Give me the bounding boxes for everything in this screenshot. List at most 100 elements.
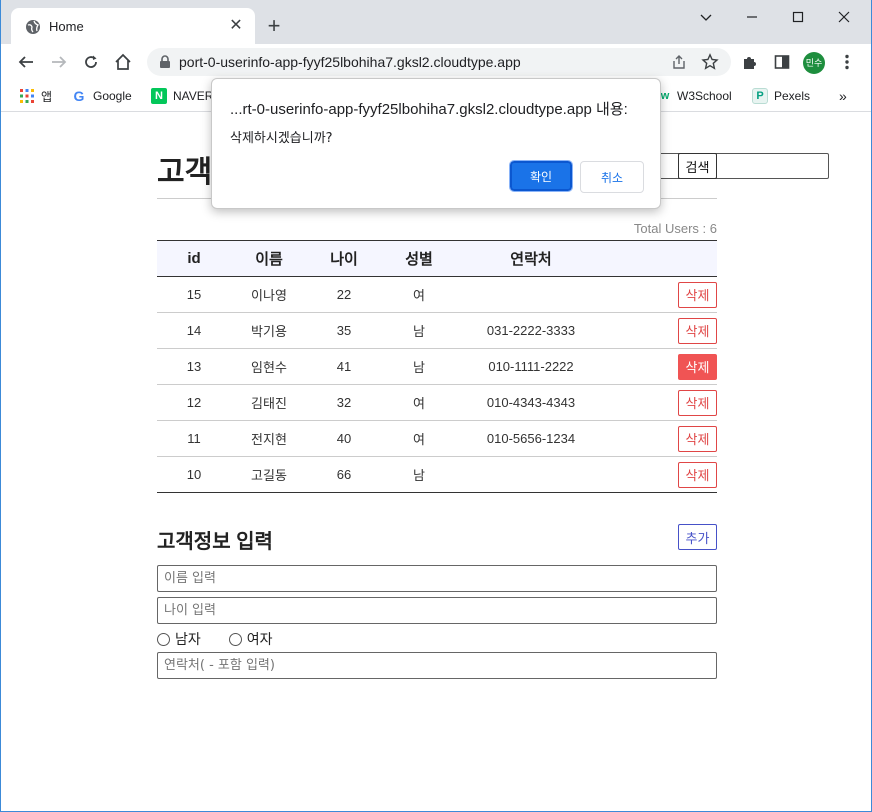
name-input[interactable]: [157, 565, 717, 592]
form-title: 고객정보 입력: [157, 531, 273, 553]
more-bookmarks-chevron-icon[interactable]: »: [839, 87, 847, 105]
bookmark-w3school[interactable]: w W3School: [659, 87, 732, 105]
table-row: 11 전지현 40 여 010-5656-1234 삭제: [157, 420, 717, 457]
bookmark-naver[interactable]: N NAVER: [151, 87, 213, 105]
cell-id: 14: [157, 312, 231, 349]
table-row: 13 임현수 41 남 010-1111-2222 삭제: [157, 348, 717, 385]
tab-home[interactable]: Home ✕: [11, 8, 255, 44]
bookmark-pexels[interactable]: P Pexels: [752, 87, 810, 105]
profile-avatar[interactable]: 민수: [803, 52, 825, 74]
cell-phone: 031-2222-3333: [457, 312, 605, 349]
delete-button[interactable]: 삭제: [678, 461, 717, 488]
bookmark-label: NAVER: [173, 89, 214, 103]
confirm-dialog: ...rt-0-userinfo-app-fyyf25lbohiha7.gksl…: [211, 78, 661, 209]
tab-title: Home: [49, 19, 84, 34]
cell-action: 삭제: [605, 456, 717, 493]
bookmark-label: 앱: [41, 89, 53, 104]
bookmark-star-icon[interactable]: [701, 53, 719, 76]
search-button[interactable]: 검색: [678, 153, 717, 179]
column-header-id: id: [187, 250, 201, 267]
gender-female-radio[interactable]: [228, 632, 242, 646]
naver-icon: N: [151, 88, 167, 104]
cell-name: 고길동: [231, 456, 307, 493]
cell-age: 41: [307, 348, 381, 385]
phone-input[interactable]: [157, 652, 717, 679]
back-arrow-icon[interactable]: [15, 51, 37, 73]
delete-button[interactable]: 삭제: [678, 281, 717, 308]
url-text: port-0-userinfo-app-fyyf25lbohiha7.gksl2…: [179, 54, 521, 70]
browser-window: Home ✕ + port-0-userinfo-app-fyyf25lbohi…: [0, 0, 872, 812]
menu-kebab-icon[interactable]: [837, 52, 857, 72]
bookmark-label: Google: [93, 89, 132, 103]
tab-search-chevron-icon[interactable]: [683, 6, 729, 30]
share-icon[interactable]: [671, 54, 687, 75]
new-tab-icon[interactable]: +: [263, 15, 285, 37]
cell-gender: 남: [381, 348, 457, 385]
globe-icon: [25, 19, 41, 35]
bookmark-label: Pexels: [774, 89, 811, 103]
tab-strip: Home ✕ +: [1, 0, 871, 44]
dialog-ok-button[interactable]: 확인: [509, 160, 573, 192]
maximize-icon[interactable]: [775, 6, 821, 30]
tab-close-icon[interactable]: ✕: [227, 17, 245, 35]
column-header-phone: 연락처: [510, 251, 552, 268]
cell-phone: 010-5656-1234: [457, 420, 605, 457]
cell-name: 이나영: [231, 276, 307, 313]
table-header-row: id 이름 나이 성별 연락처: [157, 240, 717, 277]
extensions-puzzle-icon[interactable]: [739, 52, 759, 72]
table-row: 10 고길동 66 남 삭제: [157, 456, 717, 493]
address-bar[interactable]: port-0-userinfo-app-fyyf25lbohiha7.gksl2…: [147, 48, 731, 76]
users-table: id 이름 나이 성별 연락처 15 이나영 22 여 삭제 14 박기용 35 남 031-22…: [157, 240, 717, 493]
column-header-action: [605, 241, 717, 277]
cell-action: 삭제: [605, 384, 717, 421]
lock-icon[interactable]: [159, 55, 171, 74]
cell-phone: 010-4343-4343: [457, 384, 605, 421]
column-header-age: 나이: [330, 251, 358, 268]
dialog-cancel-button[interactable]: 취소: [580, 161, 644, 193]
cell-age: 35: [307, 312, 381, 349]
close-window-icon[interactable]: [821, 6, 867, 30]
cell-name: 박기용: [231, 312, 307, 349]
cell-action: 삭제: [605, 312, 717, 349]
cell-id: 10: [157, 456, 231, 493]
cell-name: 임현수: [231, 348, 307, 385]
cell-gender: 남: [381, 456, 457, 493]
google-icon: G: [73, 88, 85, 104]
delete-button[interactable]: 삭제: [678, 389, 717, 416]
table-row: 15 이나영 22 여 삭제: [157, 276, 717, 313]
cell-name: 김태진: [231, 384, 307, 421]
web-page: 고객정보 검색 Total Users : 6 id 이름 나이 성별 연락처 …: [1, 113, 871, 811]
pexels-icon: P: [752, 88, 768, 104]
cell-age: 32: [307, 384, 381, 421]
cell-gender: 여: [381, 420, 457, 457]
bookmark-label: W3School: [677, 89, 732, 103]
cell-action: 삭제: [605, 276, 717, 313]
delete-button[interactable]: 삭제: [678, 353, 717, 380]
cell-action: 삭제: [605, 420, 717, 457]
forward-arrow-icon[interactable]: [48, 51, 70, 73]
cell-id: 15: [157, 276, 231, 313]
dialog-message: 삭제하시겠습니까?: [230, 131, 333, 146]
reload-icon[interactable]: [80, 51, 102, 73]
table-row: 14 박기용 35 남 031-2222-3333 삭제: [157, 312, 717, 349]
delete-button[interactable]: 삭제: [678, 425, 717, 452]
age-input[interactable]: [157, 597, 717, 624]
bookmark-google[interactable]: G Google: [71, 87, 132, 105]
dialog-title: ...rt-0-userinfo-app-fyyf25lbohiha7.gksl…: [230, 101, 628, 118]
bookmark-apps[interactable]: 앱: [19, 87, 52, 105]
side-panel-icon[interactable]: [772, 52, 792, 72]
column-header-name: 이름: [255, 251, 283, 268]
home-icon[interactable]: [112, 51, 134, 73]
cell-age: 40: [307, 420, 381, 457]
gender-male-label: 남자: [175, 631, 201, 647]
cell-phone: [457, 456, 605, 493]
add-button[interactable]: 추가: [678, 524, 717, 550]
delete-button[interactable]: 삭제: [678, 317, 717, 344]
apps-grid-icon: [19, 88, 35, 104]
cell-phone: [457, 276, 605, 313]
gender-female-label: 여자: [246, 631, 273, 647]
cell-gender: 여: [381, 384, 457, 421]
cell-gender: 여: [381, 276, 457, 313]
gender-male-radio[interactable]: [157, 632, 170, 646]
minimize-icon[interactable]: [729, 6, 775, 30]
